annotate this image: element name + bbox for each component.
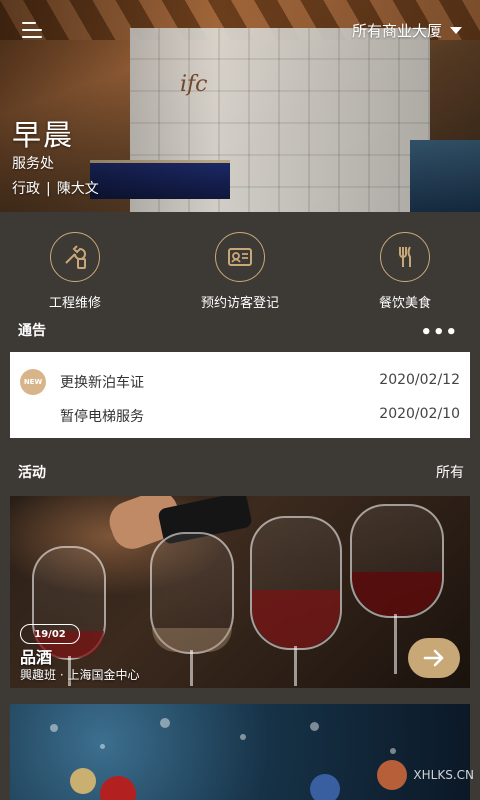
notice-item[interactable]: NEW 更换新泊车证 2020/02/12 (10, 364, 470, 398)
wine-fill (352, 572, 442, 616)
caret-down-icon (450, 27, 462, 34)
service-label: 餐饮美食 (378, 296, 431, 311)
services-row: 工程维修 预约访客登记 餐饮美食 (0, 232, 480, 311)
activity-date-pill: 19/02 (20, 624, 80, 644)
fork-knife-icon (380, 232, 430, 282)
wine-glass (350, 504, 444, 618)
service-visitor-booking[interactable]: 预约访客登记 (185, 232, 295, 311)
bokeh-dot (310, 722, 319, 731)
ornament (70, 768, 96, 794)
wine-fill (252, 589, 340, 648)
activities-title: 活动 (18, 465, 46, 481)
bokeh-dot (160, 718, 170, 728)
wrench-icon (50, 232, 100, 282)
activity-title: 品酒 (20, 648, 53, 667)
role-text: 行政 (12, 181, 40, 197)
menu-line-3 (22, 36, 42, 38)
menu-line-1 (22, 22, 36, 24)
ornament (100, 776, 136, 800)
hero-banner: ifc 所有商业大厦 早晨 服务处 行政|陳大文 (0, 0, 480, 212)
fox-logo-icon (377, 760, 408, 790)
wine-glass (150, 532, 234, 654)
bokeh-dot (50, 724, 58, 732)
user-name: 陳大文 (56, 181, 99, 197)
activities-all-link[interactable]: 所有 (436, 462, 464, 482)
glass-stem (190, 650, 193, 686)
visitor-card-icon (215, 232, 265, 282)
notice-item[interactable]: 暂停电梯服务 2020/02/10 (10, 398, 470, 432)
building-selector[interactable]: 所有商业大厦 (352, 20, 462, 41)
greeting-text: 早晨 (12, 118, 75, 152)
notices-card: NEW 更换新泊车证 2020/02/12 暂停电梯服务 2020/02/10 (10, 352, 470, 438)
notices-more-button[interactable]: ••• (420, 322, 458, 343)
department-text: 服务处 (12, 156, 54, 172)
service-dining[interactable]: 餐饮美食 (350, 232, 460, 311)
bokeh-dot (240, 734, 246, 740)
wine-glass (250, 516, 342, 650)
new-badge: NEW (20, 369, 46, 395)
service-label: 工程维修 (48, 296, 101, 311)
arrow-right-icon (423, 649, 444, 667)
notice-title: 暂停电梯服务 (60, 409, 144, 425)
menu-icon[interactable] (22, 20, 44, 38)
notices-title: 通告 (18, 323, 46, 339)
role-separator: | (46, 181, 51, 197)
watermark: XHLKS.CN (334, 750, 480, 800)
notice-date: 2020/02/10 (379, 406, 460, 422)
notice-title: 更换新泊车证 (60, 375, 144, 391)
activity-subtitle: 興趣班 · 上海国金中心 (20, 668, 140, 682)
user-role-line: 行政 | 陳大文 (12, 178, 99, 198)
menu-line-2 (22, 29, 42, 31)
glass-stem (394, 614, 397, 674)
glass-stem (294, 646, 297, 686)
activity-card[interactable]: 19/02 品酒 興趣班 · 上海国金中心 (10, 496, 470, 688)
service-label: 预约访客登记 (200, 296, 279, 311)
wine-fill (152, 628, 232, 652)
watermark-text: XHLKS.CN (413, 768, 474, 782)
notice-date: 2020/02/12 (379, 372, 460, 388)
bokeh-dot (100, 744, 105, 749)
activity-arrow-button[interactable] (408, 638, 460, 678)
service-engineering[interactable]: 工程维修 (20, 232, 130, 311)
building-selector-label: 所有商业大厦 (351, 22, 442, 40)
